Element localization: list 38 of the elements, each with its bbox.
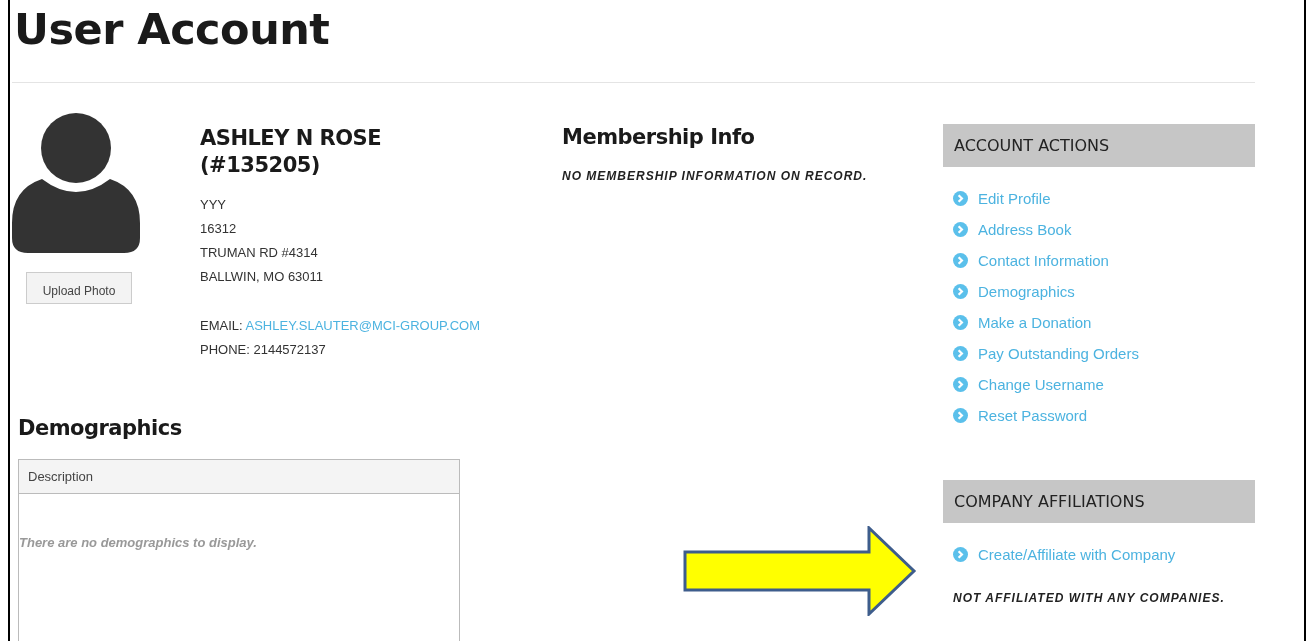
action-link[interactable]: Contact Information [953, 245, 1109, 276]
chevron-icon [953, 408, 968, 423]
avatar-icon [12, 113, 140, 253]
arrow-icon [683, 526, 917, 616]
member-name: ASHLEY N ROSE (#135205) [200, 125, 383, 179]
chevron-icon [953, 222, 968, 237]
action-link[interactable]: Pay Outstanding Orders [953, 338, 1139, 369]
panel-header: COMPANY AFFILIATIONS [943, 480, 1255, 523]
action-link[interactable]: Change Username [953, 369, 1104, 400]
address-line: 16312 [200, 220, 238, 238]
upload-photo-button[interactable]: Upload Photo [26, 272, 132, 304]
email-label: EMAIL: [200, 318, 243, 333]
address-line: BALLWIN, MO 63011 [200, 268, 325, 286]
empty-message: There are no demographics to display. [19, 535, 258, 550]
address-line: TRUMAN RD #4314 [200, 244, 319, 262]
action-link[interactable]: Address Book [953, 214, 1072, 245]
action-link[interactable]: Reset Password [953, 400, 1088, 431]
section-heading: Membership Info [562, 124, 756, 150]
no-affiliation-message: NOT AFFILIATED WITH ANY COMPANIES. [953, 591, 1226, 605]
chevron-icon [953, 284, 968, 299]
action-link[interactable]: Edit Profile [953, 183, 1051, 214]
chevron-icon [953, 315, 968, 330]
chevron-icon [953, 377, 968, 392]
page-title: User Account [14, 3, 331, 56]
section-heading: Demographics [18, 415, 183, 441]
action-link[interactable]: Create/Affiliate with Company [953, 539, 1176, 570]
no-membership-message: NO MEMBERSHIP INFORMATION ON RECORD. [562, 169, 868, 183]
action-link[interactable]: Make a Donation [953, 307, 1092, 338]
chevron-icon [953, 346, 968, 361]
panel-header: ACCOUNT ACTIONS [943, 124, 1255, 167]
action-link[interactable]: Demographics [953, 276, 1075, 307]
email-link[interactable]: ASHLEY.SLAUTER@MCI-GROUP.COM [245, 318, 481, 333]
chevron-icon [953, 547, 968, 562]
phone-text: PHONE: 2144572137 [200, 341, 327, 359]
column-header: Description [28, 469, 94, 484]
chevron-icon [953, 191, 968, 206]
chevron-icon [953, 253, 968, 268]
address-line: YYY [200, 196, 227, 214]
